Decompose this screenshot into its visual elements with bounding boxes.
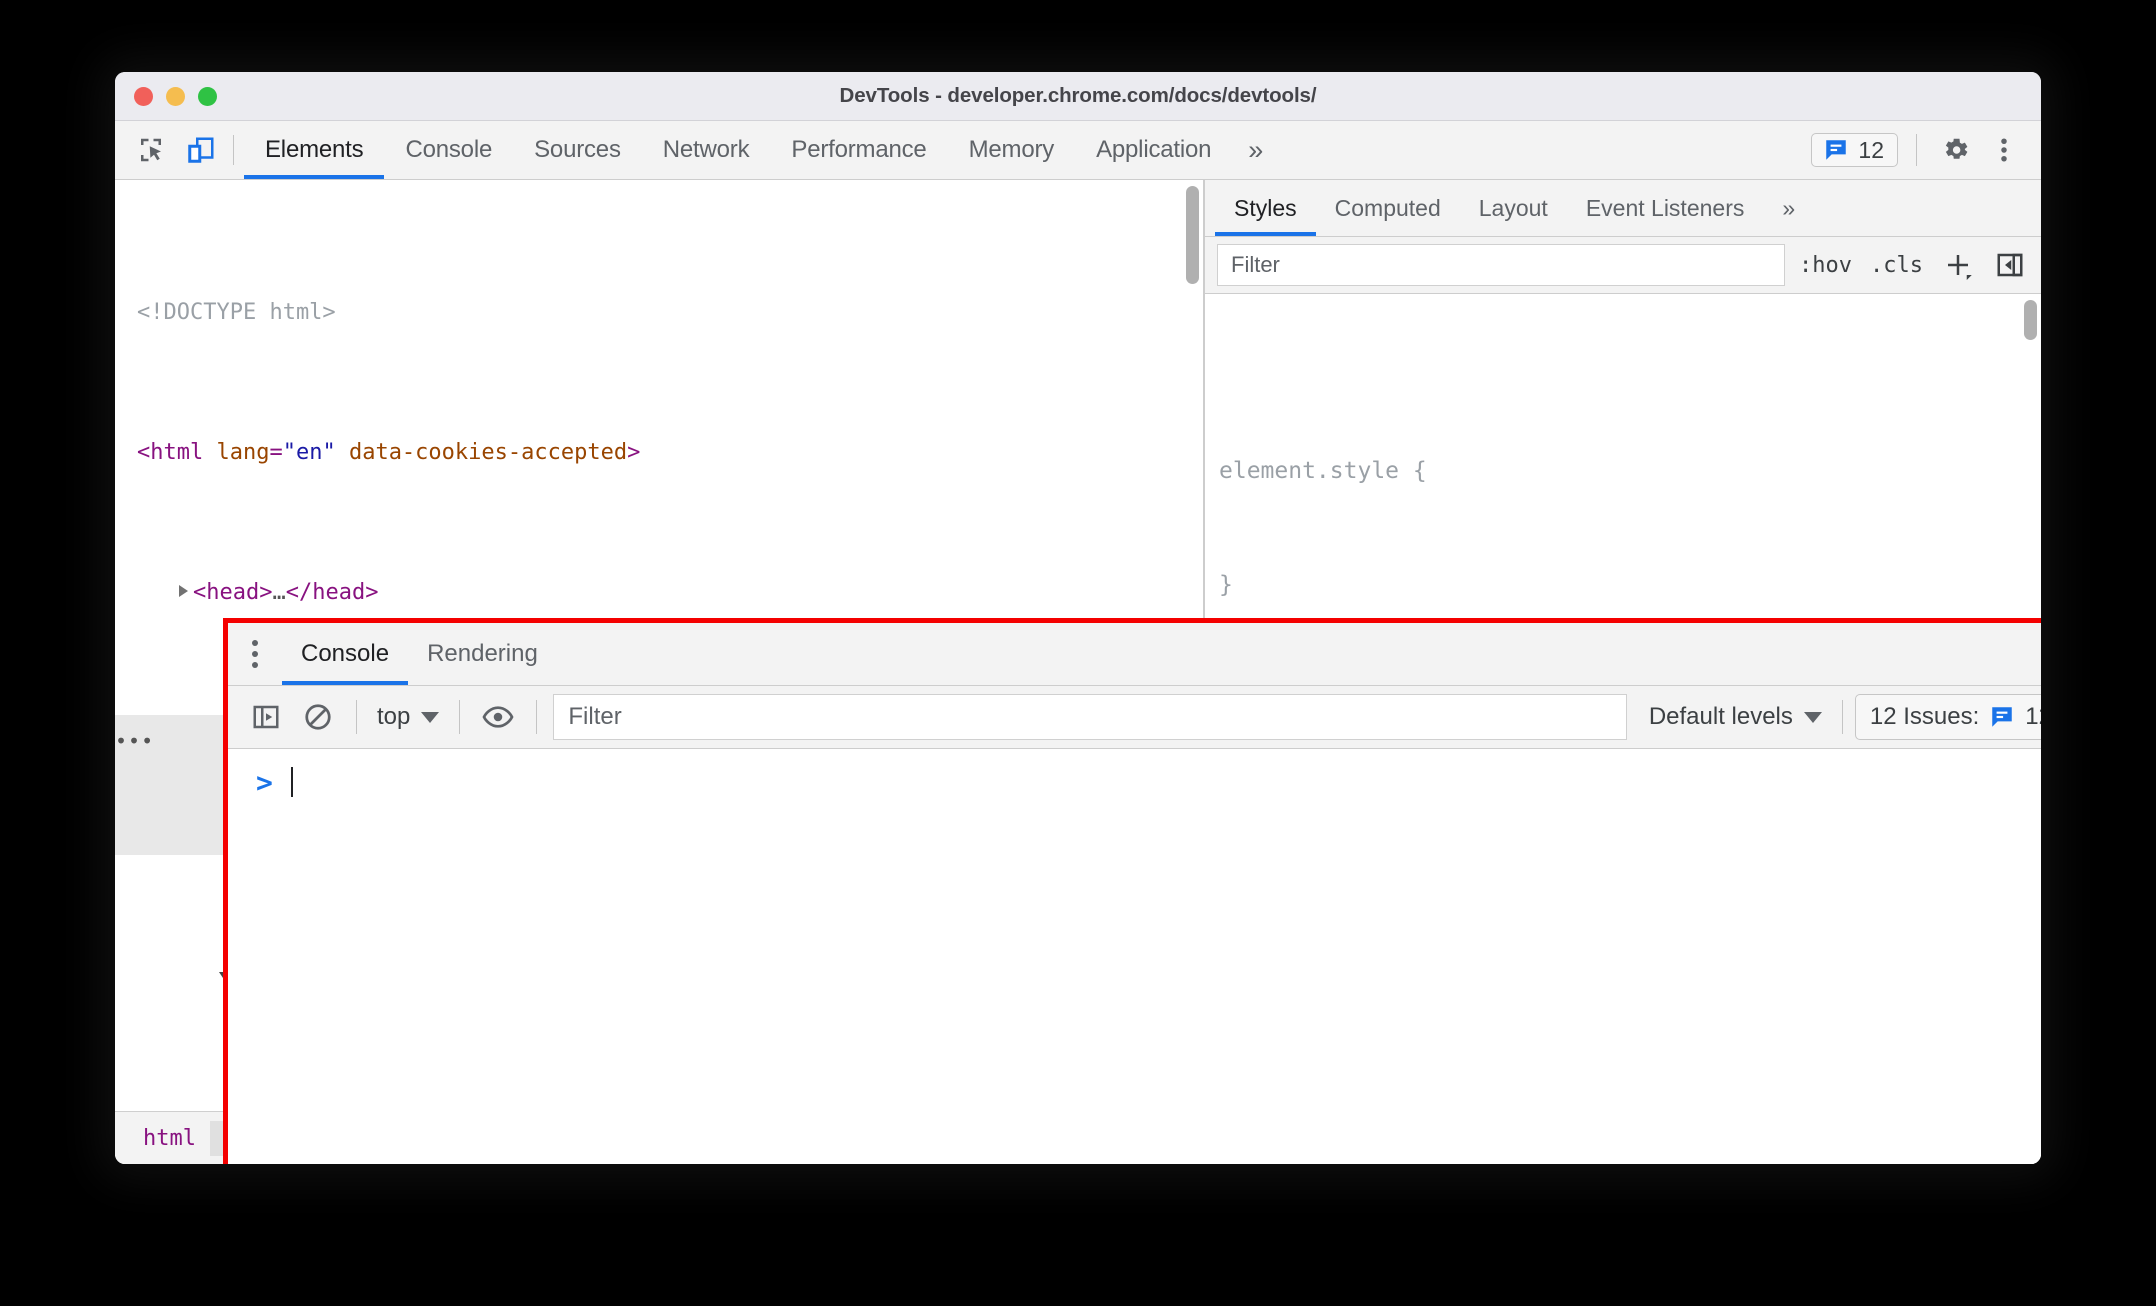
- console-toolbar: top Filter Default levels 12 Issues: 1: [228, 686, 2041, 749]
- console-drawer: Console Rendering top Filter Default lev…: [223, 618, 2041, 1164]
- tab-network-label: Network: [662, 136, 750, 163]
- traffic-lights: [134, 86, 217, 106]
- console-context-selector[interactable]: top: [369, 703, 447, 731]
- dom-line-doctype[interactable]: <!DOCTYPE html>: [115, 295, 1203, 330]
- console-levels-selector[interactable]: Default levels: [1641, 703, 1830, 731]
- tab-network[interactable]: Network: [642, 121, 771, 179]
- minimize-window-button[interactable]: [166, 86, 185, 106]
- tab-layout-label: Layout: [1478, 194, 1548, 221]
- console-levels-value: Default levels: [1648, 703, 1793, 730]
- dom-tree-scrollbar-thumb[interactable]: [1186, 186, 1199, 284]
- console-context-value: top: [377, 703, 411, 730]
- tab-event-listeners-label: Event Listeners: [1585, 194, 1745, 221]
- console-toolbar-divider-2: [459, 700, 461, 734]
- expand-head-arrow[interactable]: [179, 585, 188, 597]
- console-output[interactable]: >: [228, 749, 2041, 1164]
- live-expression-icon[interactable]: [472, 694, 524, 740]
- tab-layout[interactable]: Layout: [1460, 180, 1567, 236]
- tab-elements-label: Elements: [265, 136, 364, 163]
- tab-console[interactable]: Console: [384, 121, 513, 179]
- drawer-tab-rendering-label: Rendering: [427, 640, 538, 667]
- panel-tabs: Elements Console Sources Network Perform…: [244, 121, 1279, 179]
- tab-styles-label: Styles: [1234, 194, 1297, 221]
- inspect-element-icon[interactable]: [133, 132, 169, 168]
- styles-more-tabs-icon[interactable]: »: [1763, 180, 1814, 236]
- tab-sources[interactable]: Sources: [513, 121, 642, 179]
- issues-count: 12: [1858, 136, 1884, 163]
- more-tabs-label: »: [1248, 134, 1264, 165]
- toolbar-right-actions: 12: [1811, 121, 2041, 179]
- tab-memory[interactable]: Memory: [948, 121, 1075, 179]
- console-input-cursor[interactable]: [290, 767, 293, 797]
- drawer-tab-rendering[interactable]: Rendering: [408, 623, 557, 685]
- dom-line-html[interactable]: <html lang="en" data-cookies-accepted>: [115, 435, 1203, 470]
- console-sidebar-toggle-icon[interactable]: [240, 694, 292, 740]
- toolbar-divider: [233, 135, 234, 165]
- dom-line-head[interactable]: <head>…</head>: [115, 575, 1203, 610]
- rule-selector-element-style: element.style {: [1219, 458, 1427, 484]
- tab-performance-label: Performance: [791, 136, 927, 163]
- devtools-window: DevTools - developer.chrome.com/docs/dev…: [115, 72, 2041, 1164]
- drawer-tab-console[interactable]: Console: [282, 623, 409, 685]
- tab-performance[interactable]: Performance: [770, 121, 947, 179]
- tab-sources-label: Sources: [534, 136, 621, 163]
- clear-console-icon[interactable]: [292, 694, 344, 740]
- tab-application[interactable]: Application: [1075, 121, 1232, 179]
- console-toolbar-divider-4: [1841, 700, 1843, 734]
- issues-badge[interactable]: 12: [1811, 133, 1898, 167]
- tab-computed-label: Computed: [1334, 194, 1441, 221]
- console-prompt-symbol: >: [256, 765, 273, 799]
- doctype-text: <!DOCTYPE html>: [137, 300, 336, 325]
- console-filter-placeholder: Filter: [568, 703, 622, 730]
- drawer-menu-icon[interactable]: [228, 623, 282, 685]
- rule-close-brace: }: [1219, 572, 1233, 598]
- styles-filter-input[interactable]: Filter: [1217, 244, 1786, 286]
- console-issues-badge[interactable]: 12 Issues: 12: [1854, 694, 2041, 740]
- screen: DevTools - developer.chrome.com/docs/dev…: [0, 0, 2156, 1306]
- styles-more-tabs-label: »: [1782, 194, 1796, 221]
- devtools-main-toolbar: Elements Console Sources Network Perform…: [115, 121, 2041, 180]
- chevron-down-icon: [421, 711, 440, 723]
- tab-styles[interactable]: Styles: [1215, 180, 1316, 236]
- window-title: DevTools - developer.chrome.com/docs/dev…: [839, 84, 1317, 107]
- styles-toolbar: Filter :hov .cls: [1205, 237, 2041, 294]
- console-prompt-row[interactable]: >: [228, 759, 2041, 805]
- breadcrumb-item-html[interactable]: html: [129, 1121, 210, 1156]
- console-issues-label: 12 Issues:: [1869, 703, 1980, 730]
- dom-more-button[interactable]: •••: [115, 724, 154, 759]
- toggle-class-button[interactable]: .cls: [1866, 253, 1927, 278]
- issues-message-icon: [1992, 707, 2013, 727]
- chevron-down-icon: [1803, 711, 1822, 723]
- tab-console-label: Console: [405, 136, 493, 163]
- styles-pane-tabs: Styles Computed Layout Event Listeners »: [1205, 180, 2041, 237]
- issues-message-icon: [1826, 140, 1847, 160]
- styles-filter-placeholder: Filter: [1231, 252, 1280, 277]
- window-titlebar: DevTools - developer.chrome.com/docs/dev…: [115, 72, 2041, 121]
- toggle-sidebar-icon[interactable]: [1989, 244, 2031, 286]
- dom-tree-scrollbar[interactable]: [1186, 186, 1199, 506]
- toolbar-divider-2: [1916, 134, 1917, 166]
- tab-event-listeners[interactable]: Event Listeners: [1567, 180, 1764, 236]
- three-dot-menu-icon[interactable]: [1983, 129, 2025, 171]
- close-window-button[interactable]: [134, 86, 153, 106]
- console-toolbar-divider-3: [536, 700, 538, 734]
- tab-memory-label: Memory: [968, 136, 1055, 163]
- inspect-tools: [115, 121, 233, 179]
- tab-computed[interactable]: Computed: [1316, 180, 1460, 236]
- console-issues-count: 12: [2025, 703, 2041, 730]
- drawer-tabs: Console Rendering: [228, 623, 2041, 686]
- tab-elements[interactable]: Elements: [244, 121, 385, 179]
- plus-icon[interactable]: [1937, 244, 1979, 286]
- console-filter-input[interactable]: Filter: [553, 694, 1627, 740]
- drawer-tab-console-label: Console: [301, 640, 390, 667]
- more-tabs-icon[interactable]: »: [1232, 121, 1279, 179]
- console-toolbar-divider-1: [356, 700, 357, 734]
- tab-application-label: Application: [1096, 136, 1212, 163]
- gear-icon[interactable]: [1935, 129, 1977, 171]
- device-toolbar-icon[interactable]: [183, 132, 219, 168]
- styles-scrollbar-thumb[interactable]: [2024, 300, 2037, 340]
- maximize-window-button[interactable]: [198, 86, 217, 106]
- toggle-pseudo-states-button[interactable]: :hov: [1795, 253, 1856, 278]
